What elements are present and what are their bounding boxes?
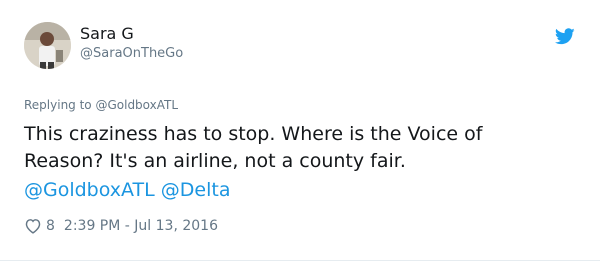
mention-link[interactable]: @Delta <box>161 179 231 201</box>
tweet-text-line: This craziness has to stop. Where is the… <box>24 123 483 145</box>
twitter-bird-icon[interactable] <box>555 28 575 45</box>
like-count: 8 <box>46 218 55 234</box>
tweet-text-line: Reason? It's an airline, not a county fa… <box>24 150 406 172</box>
heart-icon[interactable] <box>24 218 42 234</box>
timestamp[interactable]: 2:39 PM - Jul 13, 2016 <box>64 218 218 234</box>
replying-to: Replying to @GoldboxATL <box>24 98 179 112</box>
tweet-text: This craziness has to stop. Where is the… <box>24 121 584 175</box>
author-name[interactable]: Sara G <box>80 24 134 43</box>
mention-link[interactable]: @GoldboxATL <box>24 179 155 201</box>
author-handle[interactable]: @SaraOnTheGo <box>80 46 183 61</box>
avatar[interactable] <box>24 22 71 69</box>
tweet-mentions: @GoldboxATL @Delta <box>24 177 231 204</box>
avatar-photo <box>24 22 71 69</box>
tweet-meta: 8 2:39 PM - Jul 13, 2016 <box>24 216 218 236</box>
tweet-card: Sara G @SaraOnTheGo Replying to @Goldbox… <box>0 0 600 261</box>
